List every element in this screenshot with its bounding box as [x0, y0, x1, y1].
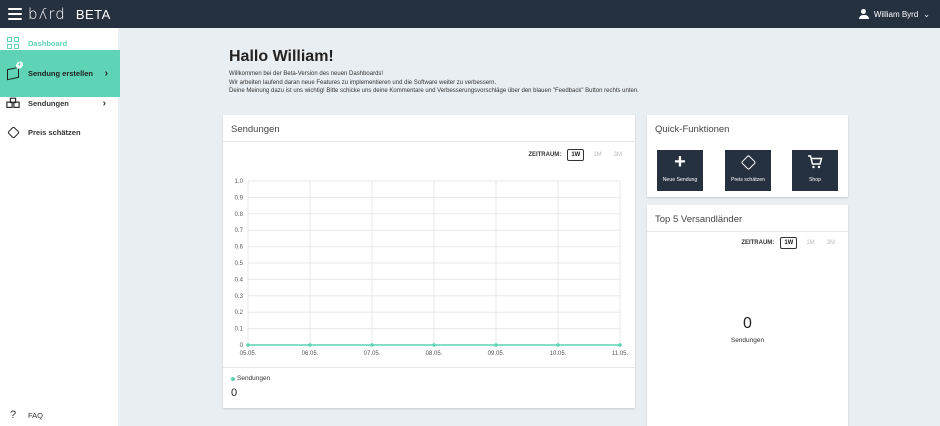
sidebar-item-dashboard[interactable]: Dashboard — [0, 36, 118, 50]
data-point — [370, 343, 374, 347]
x-tick-label: 06.05. — [302, 351, 319, 357]
page-title: Hallo William! — [229, 48, 334, 65]
top-bar: bʎrd BETA William Byrd ⌄ — [0, 0, 940, 28]
data-point — [432, 343, 436, 347]
sidebar-item-sendungen[interactable]: Sendungen › — [0, 96, 118, 110]
shop-button[interactable]: Shop — [792, 150, 838, 191]
intro-line: Deine Meinung dazu ist uns wichtig! Bitt… — [229, 88, 639, 94]
button-label: Shop — [808, 177, 822, 183]
legend-dot — [231, 376, 235, 381]
menu-icon[interactable] — [8, 8, 22, 20]
plus-icon: + — [674, 150, 686, 173]
sidebar-item-label: FAQ — [28, 410, 44, 420]
grid-icon — [6, 36, 20, 50]
zeitraum-label: ZEITRAUM: — [741, 240, 775, 246]
packages-icon — [6, 96, 20, 110]
chevron-down-icon: ⌄ — [923, 9, 930, 19]
user-menu[interactable]: William Byrd ⌄ — [858, 0, 930, 28]
data-point — [494, 343, 498, 347]
y-tick-label: 0.3 — [235, 294, 244, 300]
beta-badge: BETA — [75, 6, 111, 22]
divider — [223, 367, 635, 368]
data-point — [618, 343, 622, 347]
y-tick-label: 0 — [240, 343, 244, 349]
divider — [647, 231, 848, 232]
y-tick-label: 0.6 — [235, 245, 244, 251]
y-tick-label: 0.2 — [235, 310, 244, 316]
new-shipment-button[interactable]: + Neue Sendung — [657, 150, 703, 191]
sidebar-item-sendung-erstellen[interactable]: + Sendung erstellen › — [0, 50, 120, 97]
chevron-right-icon: › — [104, 68, 108, 79]
y-tick-label: 0.1 — [235, 327, 244, 333]
button-label: Neue Sendung — [662, 177, 698, 183]
intro-line: Willkommen bei der Beta-Version des neue… — [229, 71, 384, 77]
zeitraum-selector: ZEITRAUM: 1W 1M 3M — [741, 237, 838, 249]
sidebar-item-label: Sendung erstellen — [28, 69, 94, 78]
sidebar: Dashboard + Sendung erstellen › Sendunge… — [0, 28, 120, 426]
user-name: William Byrd — [873, 9, 919, 19]
chart-legend: Sendungen — [231, 375, 270, 382]
question-icon: ? — [9, 409, 17, 421]
shipments-chart: 0 0.1 0.2 0.3 0.4 0.5 0.6 0.7 0.8 0.9 1.0 05.05. 06.… — [235, 179, 629, 357]
y-tick-label: 0.5 — [235, 261, 244, 267]
top5-value-label: Sendungen — [730, 337, 765, 344]
zeitraum-option-1w[interactable]: 1W — [780, 237, 798, 249]
main-content: Hallo William! Willkommen bei der Beta-V… — [118, 28, 940, 426]
zeitraum-option-3m[interactable]: 3M — [824, 238, 838, 248]
shipments-total: 0 — [231, 387, 238, 399]
x-tick-label: 07.05. — [364, 351, 381, 357]
intro-line: Wir arbeiten laufend daran neue Features… — [229, 79, 497, 86]
y-tick-label: 0.7 — [235, 228, 244, 234]
cart-icon — [807, 150, 823, 174]
top5-value: 0 — [743, 315, 752, 332]
logo[interactable]: bʎrd — [28, 5, 66, 23]
sidebar-item-faq[interactable]: ? FAQ — [0, 408, 118, 422]
x-tick-label: 10.05. — [550, 351, 567, 357]
intro-text: Willkommen bei der Beta-Version des neue… — [229, 70, 639, 96]
button-label: Preis schätzen — [730, 177, 766, 183]
quick-functions-card: Quick-Funktionen + Neue Sendung Preis sc… — [647, 115, 848, 197]
y-tick-label: 0.9 — [235, 195, 244, 201]
user-icon — [858, 9, 869, 19]
top5-countries-card: Top 5 Versandländer ZEITRAUM: 1W 1M 3M 0… — [647, 205, 848, 426]
sidebar-item-label: Sendungen — [28, 98, 69, 108]
data-point — [556, 343, 560, 347]
sidebar-item-preis-schaetzen[interactable]: Preis schätzen — [0, 125, 118, 139]
estimate-price-button[interactable]: Preis schätzen — [725, 150, 771, 191]
tag-icon — [740, 150, 756, 174]
x-tick-label: 08.05. — [426, 351, 443, 357]
sidebar-item-label: Dashboard — [28, 38, 68, 48]
zeitraum-option-1m[interactable]: 1M — [803, 238, 817, 248]
x-tick-label: 11.05. — [612, 351, 629, 357]
x-tick-label: 09.05. — [488, 351, 505, 357]
tag-icon — [6, 125, 20, 139]
legend-label: Sendungen — [237, 375, 271, 382]
x-tick-label: 05.05. — [240, 351, 257, 357]
sidebar-item-label: Preis schätzen — [28, 127, 81, 137]
shipments-card: Sendungen ZEITRAUM: 1W 1M 3M 0 0.1 0.2 0.3 0… — [223, 115, 635, 408]
package-add-icon: + — [6, 60, 23, 81]
data-point — [308, 343, 312, 347]
y-tick-label: 0.4 — [235, 277, 244, 283]
card-title: Quick-Funktionen — [655, 124, 730, 135]
y-tick-label: 1.0 — [235, 179, 244, 185]
card-title: Top 5 Versandländer — [655, 214, 743, 225]
data-point — [246, 343, 250, 347]
chevron-right-icon: › — [102, 97, 106, 109]
y-tick-label: 0.8 — [235, 212, 244, 218]
